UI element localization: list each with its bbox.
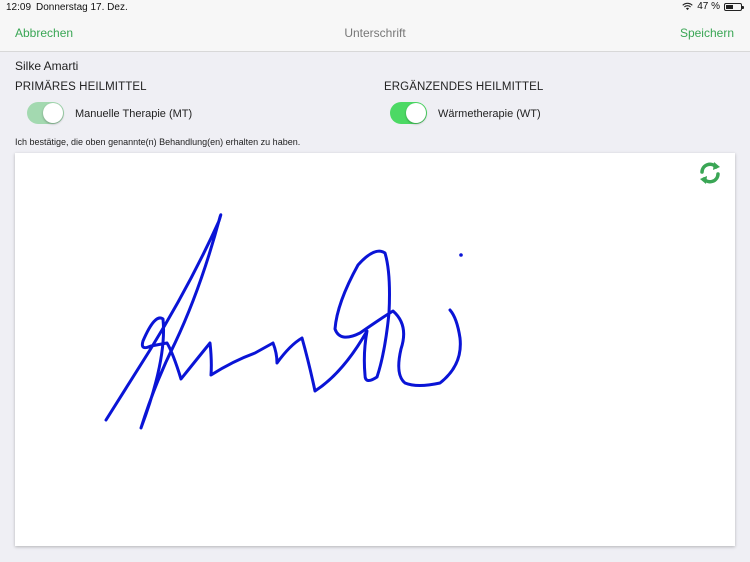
primary-remedy-heading: PRIMÄRES HEILMITTEL	[15, 81, 147, 93]
battery-percent: 47 %	[697, 1, 720, 12]
status-time: 12:09	[6, 2, 32, 13]
refresh-icon[interactable]	[696, 159, 724, 187]
primary-remedy-label: Manuelle Therapie (MT)	[75, 108, 193, 120]
primary-remedy-toggle[interactable]	[27, 102, 64, 124]
secondary-remedy-label: Wärmetherapie (WT)	[438, 108, 541, 120]
battery-icon	[724, 2, 744, 11]
wifi-icon	[682, 2, 693, 11]
navigation-bar: Abbrechen Unterschrift Speichern	[0, 16, 750, 52]
patient-name: Silke Amarti	[15, 59, 79, 73]
signature-pad[interactable]	[15, 153, 735, 546]
toggle-knob	[43, 103, 63, 123]
status-bar: 12:09 Donnerstag 17. Dez. 47 %	[0, 0, 750, 16]
page-title: Unterschrift	[344, 26, 406, 40]
toggle-knob	[406, 103, 426, 123]
secondary-remedy-toggle[interactable]	[390, 102, 427, 124]
status-right: 47 %	[682, 1, 744, 12]
signature-drawing	[104, 213, 463, 430]
status-date: Donnerstag 17. Dez.	[36, 2, 128, 13]
save-button[interactable]: Speichern	[680, 26, 734, 40]
confirmation-text: Ich bestätige, die oben genannte(n) Beha…	[15, 137, 301, 147]
secondary-remedy-heading: ERGÄNZENDES HEILMITTEL	[384, 81, 544, 93]
